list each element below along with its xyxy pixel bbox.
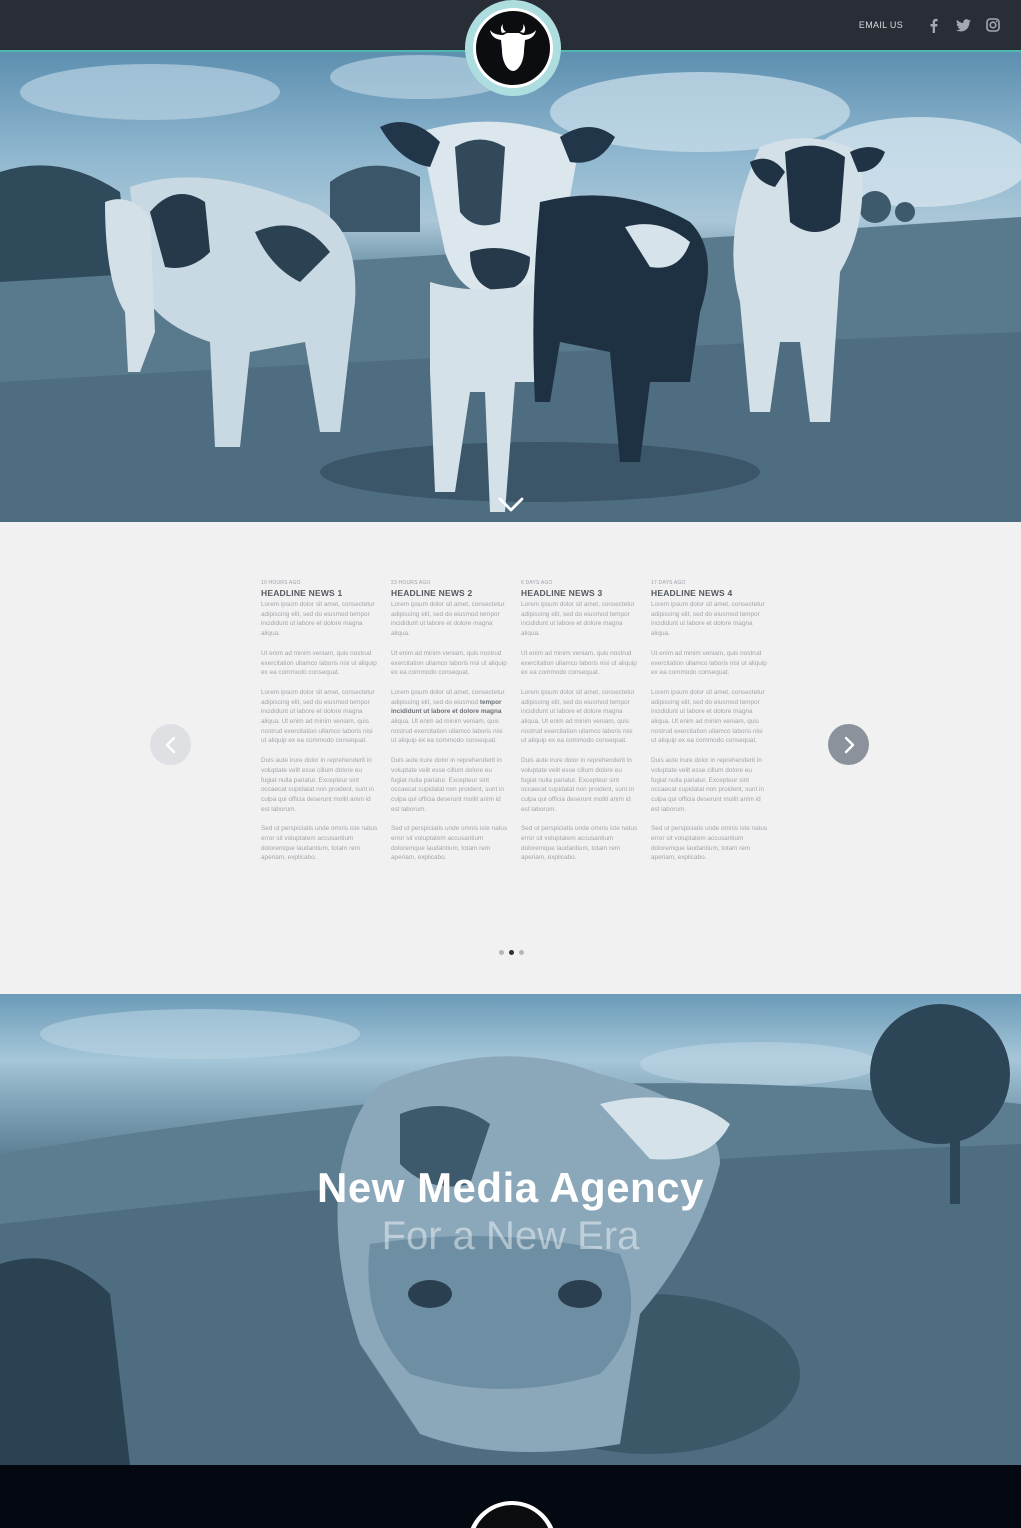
news-headline[interactable]: HEADLINE NEWS 4 <box>651 588 769 598</box>
chevron-right-icon <box>844 736 854 753</box>
chevron-down-icon[interactable] <box>498 496 524 514</box>
news-timestamp: 17 days ago <box>651 580 686 586</box>
pagination-dot[interactable] <box>499 950 504 955</box>
news-item: 17 days ago HEADLINE NEWS 4 Lorem ipsum … <box>651 580 769 873</box>
pagination-dot-active[interactable] <box>509 950 514 955</box>
footer <box>0 1465 1021 1528</box>
news-headline[interactable]: HEADLINE NEWS 3 <box>521 588 639 598</box>
news-paragraph: Lorem ipsum dolor sit amet, consectetur … <box>521 688 635 745</box>
agency-banner: New Media Agency For a New Era <box>0 994 1021 1465</box>
news-paragraph: Lorem ipsum dolor sit amet, consectetur … <box>261 688 375 745</box>
cows-illustration <box>0 55 1021 522</box>
pagination-dot[interactable] <box>519 950 524 955</box>
slider-pagination <box>499 950 524 955</box>
page: EMAIL US 10 HOURS AGO HEADLINE NEWS 1 Lo… <box>0 0 1021 1528</box>
news-paragraph: Lorem ipsum dolor sit amet, consectetur … <box>521 601 635 638</box>
news-paragraph: Lorem ipsum dolor sit amet, consectetur … <box>261 601 375 638</box>
news-timestamp: 10 hours ago <box>261 580 301 586</box>
news-headline[interactable]: HEADLINE NEWS 2 <box>391 588 509 598</box>
brand-logo[interactable] <box>465 0 561 96</box>
news-columns: 10 hours ago HEADLINE NEWS 1 Lorem ipsum… <box>261 580 781 873</box>
news-slider: 10 hours ago HEADLINE NEWS 1 Lorem ipsum… <box>0 522 1021 994</box>
footer-logo[interactable] <box>467 1501 557 1528</box>
cow-head-icon <box>473 8 553 88</box>
slider-prev-button[interactable] <box>150 724 191 765</box>
banner-title: New Media Agency <box>317 1164 704 1211</box>
news-paragraph: Ut enim ad minim veniam, quis nostrud ex… <box>651 649 767 677</box>
news-item: 23 hours ago HEADLINE NEWS 2 Lorem ipsum… <box>391 580 509 873</box>
news-paragraph: Sed ut perspiciatis unde omnis iste natu… <box>651 825 768 862</box>
top-navigation-links: EMAIL US <box>859 17 1001 33</box>
news-paragraph: Lorem ipsum dolor sit amet, consectetur … <box>651 688 765 745</box>
news-paragraph: Duis aute irure dolor in reprehenderit i… <box>391 757 504 813</box>
news-text: aliqua. Ut enim ad minim veniam, quis no… <box>391 718 503 745</box>
email-us-link[interactable]: EMAIL US <box>859 20 903 30</box>
banner-subtitle: For a New Era <box>381 1214 640 1258</box>
news-item: 6 days ago HEADLINE NEWS 3 Lorem ipsum d… <box>521 580 639 873</box>
news-paragraph: Lorem ipsum dolor sit amet, consectetur … <box>391 688 509 746</box>
chevron-left-icon <box>165 736 175 753</box>
news-headline[interactable]: HEADLINE NEWS 1 <box>261 588 379 598</box>
news-paragraph: Duis aute irure dolor in reprehenderit i… <box>651 757 764 813</box>
facebook-icon[interactable] <box>925 17 941 33</box>
news-paragraph: Sed ut perspiciatis unde omnis iste natu… <box>391 825 508 862</box>
twitter-icon[interactable] <box>955 17 971 33</box>
news-paragraph: Sed ut perspiciatis unde omnis iste natu… <box>521 825 638 862</box>
news-paragraph: Duis aute irure dolor in reprehenderit i… <box>261 757 374 813</box>
news-timestamp: 6 days ago <box>521 580 553 586</box>
news-paragraph: Sed ut perspiciatis unde omnis iste natu… <box>261 825 378 862</box>
news-paragraph: Ut enim ad minim veniam, quis nostrud ex… <box>391 649 507 677</box>
news-paragraph: Duis aute irure dolor in reprehenderit i… <box>521 757 634 813</box>
news-item: 10 hours ago HEADLINE NEWS 1 Lorem ipsum… <box>261 580 379 873</box>
news-paragraph: Ut enim ad minim veniam, quis nostrud ex… <box>521 649 637 677</box>
news-paragraph: Lorem ipsum dolor sit amet, consectetur … <box>651 601 765 638</box>
news-paragraph: Lorem ipsum dolor sit amet, consectetur … <box>391 601 505 638</box>
cow-head-icon <box>472 1505 552 1528</box>
news-paragraph: Ut enim ad minim veniam, quis nostrud ex… <box>261 649 377 677</box>
instagram-icon[interactable] <box>985 17 1001 33</box>
slider-next-button[interactable] <box>828 724 869 765</box>
news-timestamp: 23 hours ago <box>391 580 431 586</box>
hero-image <box>0 52 1021 522</box>
